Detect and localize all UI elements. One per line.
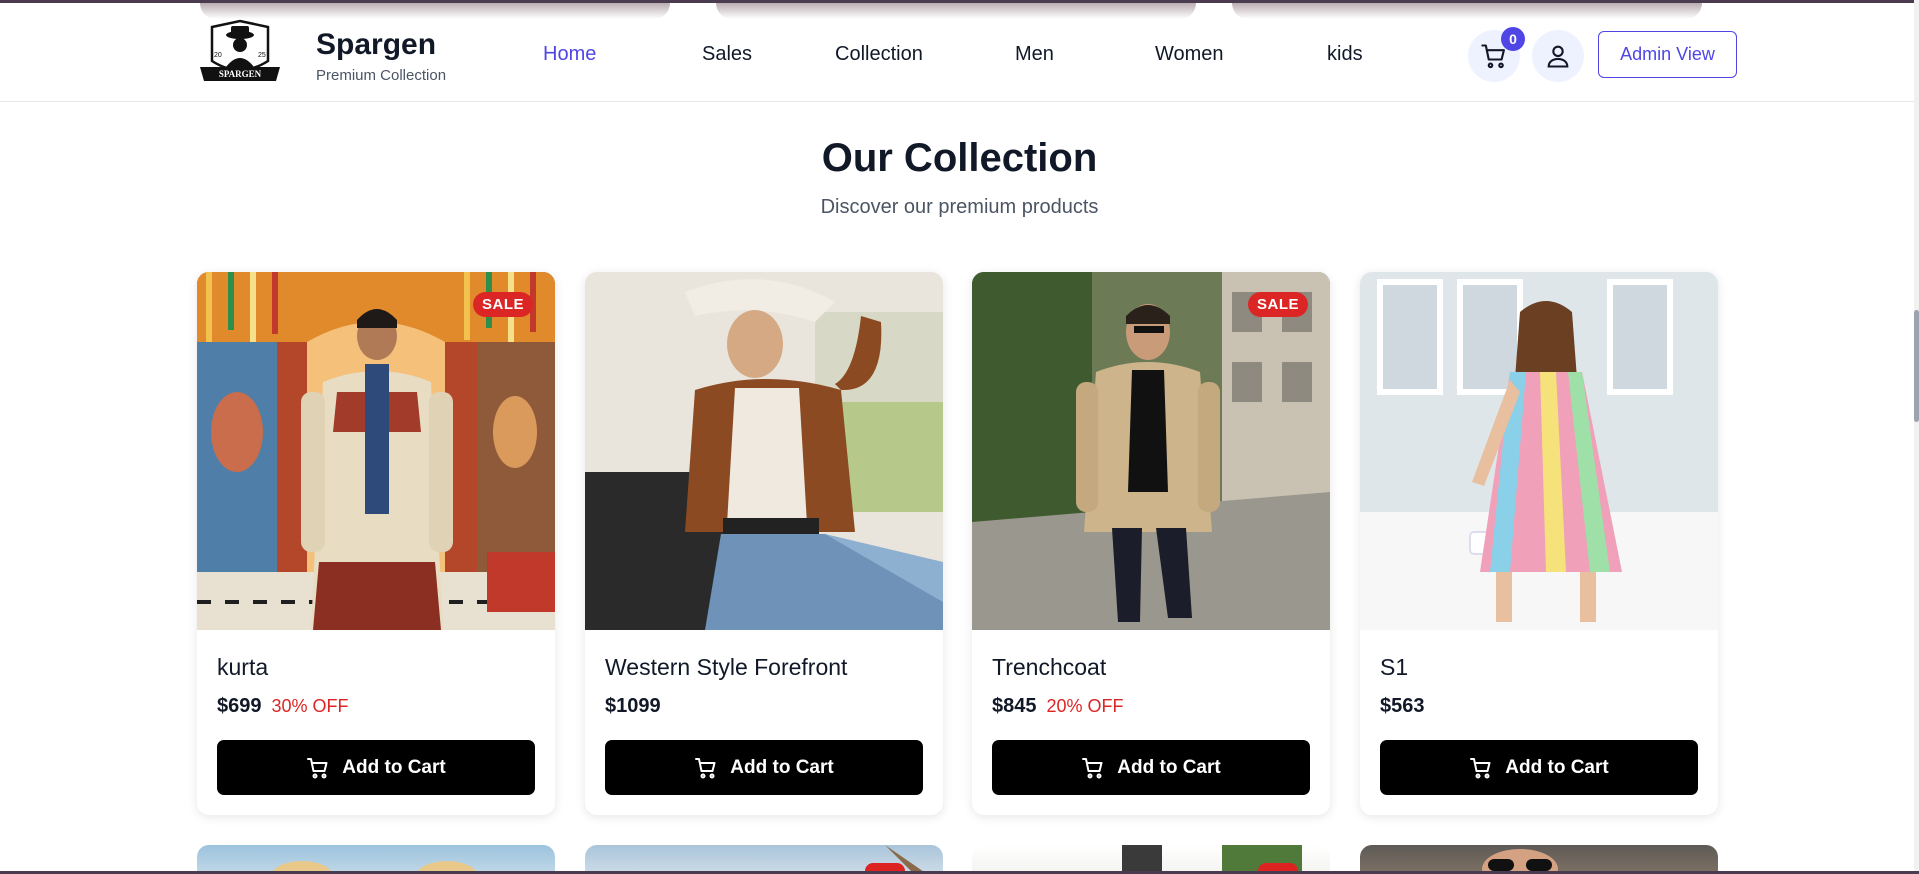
product-card-next-row[interactable] [197, 845, 555, 874]
cart-icon [1082, 757, 1103, 778]
product-card-next-row[interactable] [1360, 845, 1718, 874]
account-button[interactable] [1532, 30, 1584, 82]
cart-icon [1470, 757, 1491, 778]
add-to-cart-button[interactable]: Add to Cart [1380, 740, 1698, 795]
add-to-cart-label: Add to Cart [730, 756, 834, 778]
discount-label: 30% OFF [271, 696, 349, 716]
product-name[interactable]: Trenchcoat [992, 654, 1106, 681]
logo-text: SPARGEN [219, 69, 262, 79]
section-subtitle: Discover our premium products [820, 196, 1099, 218]
nav-kids[interactable]: kids [1327, 43, 1363, 66]
discount-label: 20% OFF [1046, 696, 1124, 716]
product-card-next-row[interactable] [972, 845, 1330, 874]
cart-icon [695, 757, 716, 778]
previous-section-shadow [1232, 3, 1702, 19]
product-name[interactable]: S1 [1380, 654, 1408, 681]
scrollbar-thumb[interactable] [1914, 310, 1919, 422]
product-card[interactable]: SALE kurta $699 30% OFF Add to Cart [197, 272, 555, 815]
add-to-cart-button[interactable]: Add to Cart [605, 740, 923, 795]
nav-home[interactable]: Home [543, 43, 596, 66]
logo-year-left: 20 [214, 52, 222, 59]
nav-men[interactable]: Men [1015, 43, 1054, 66]
add-to-cart-button[interactable]: Add to Cart [217, 740, 535, 795]
product-name[interactable]: Western Style Forefront [605, 654, 847, 681]
price-row: $1099 [605, 695, 661, 718]
product-card[interactable]: SALE Trenchcoat $845 20% OFF Add to Cart [972, 272, 1330, 815]
brand-tagline: Premium Collection [316, 67, 447, 84]
product-card[interactable]: S1 $563 Add to Cart [1360, 272, 1718, 815]
admin-view-button[interactable]: Admin View [1598, 31, 1737, 78]
cart-count-badge: 0 [1501, 27, 1525, 51]
product-price: $845 [992, 695, 1037, 717]
cart-icon [307, 757, 328, 778]
price-row: $699 30% OFF [217, 695, 349, 718]
nav-sales[interactable]: Sales [702, 43, 752, 66]
page-scrollbar[interactable] [1914, 0, 1919, 874]
add-to-cart-label: Add to Cart [1117, 756, 1221, 778]
section-title: Our Collection [821, 136, 1098, 180]
product-image[interactable]: SALE [197, 272, 555, 630]
sale-badge: SALE [472, 292, 533, 317]
price-row: $563 [1380, 695, 1425, 718]
product-price: $699 [217, 695, 262, 717]
nav-collection[interactable]: Collection [835, 43, 923, 66]
site-header: SPARGEN 20 25 Spargen Premium Collection… [0, 3, 1919, 102]
price-row: $845 20% OFF [992, 695, 1124, 718]
product-name[interactable]: kurta [217, 654, 268, 681]
sale-badge: SALE [1247, 292, 1308, 317]
previous-section-shadow [716, 3, 1196, 19]
add-to-cart-label: Add to Cart [1505, 756, 1609, 778]
product-card-next-row[interactable] [585, 845, 943, 874]
add-to-cart-label: Add to Cart [342, 756, 446, 778]
product-image[interactable] [1360, 272, 1718, 630]
nav-women[interactable]: Women [1155, 43, 1224, 66]
product-price: $1099 [605, 695, 661, 717]
user-icon [1547, 45, 1569, 68]
logo-year-right: 25 [258, 52, 266, 59]
product-price: $563 [1380, 695, 1425, 717]
brand-logo[interactable]: SPARGEN 20 25 [198, 19, 282, 87]
product-card[interactable]: Western Style Forefront $1099 Add to Car… [585, 272, 943, 815]
previous-section-shadow [200, 3, 670, 19]
product-image[interactable]: SALE [972, 272, 1330, 630]
brand-name[interactable]: Spargen [316, 28, 436, 62]
product-image[interactable] [585, 272, 943, 630]
add-to-cart-button[interactable]: Add to Cart [992, 740, 1310, 795]
